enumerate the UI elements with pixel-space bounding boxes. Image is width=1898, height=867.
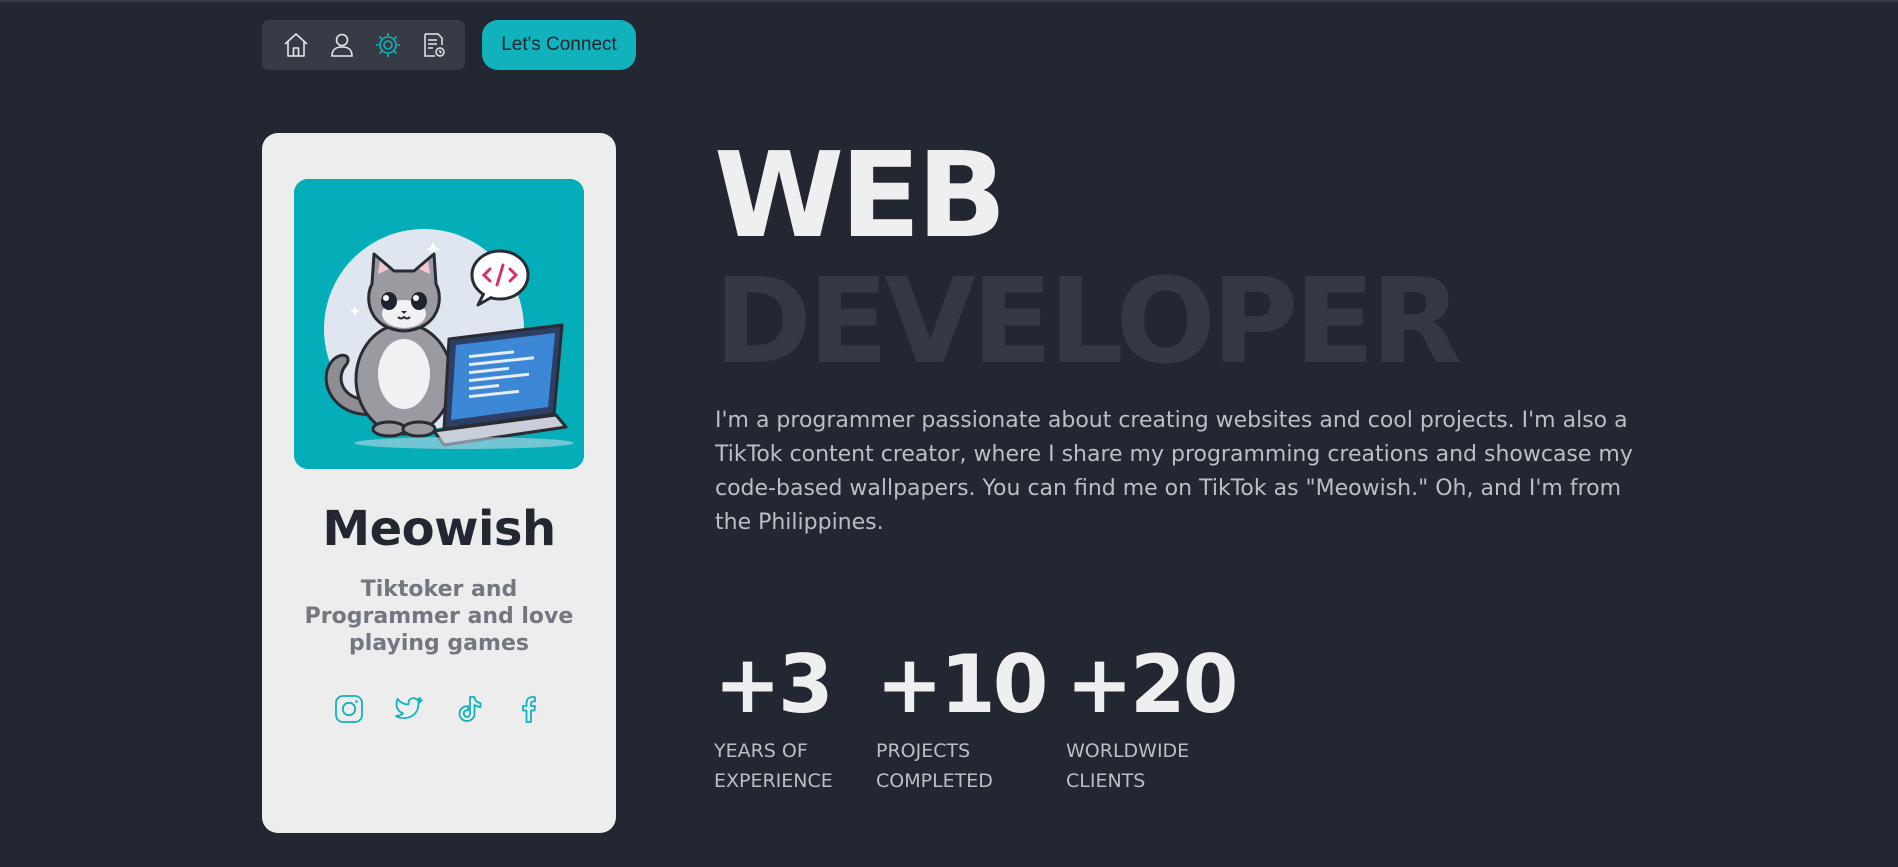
stat-label: YEARS OF EXPERIENCE (714, 740, 833, 792)
twitter-link[interactable] (393, 693, 425, 725)
nav-home[interactable] (280, 29, 312, 61)
hero-title-developer: DEVELOPER (714, 252, 1462, 390)
instagram-icon (335, 695, 363, 723)
stat-clients: +20 WORLDWIDE CLIENTS (1066, 638, 1238, 796)
top-nav (262, 20, 465, 70)
hero-title-web: WEB (714, 126, 1007, 264)
lets-connect-button[interactable]: Let's Connect (482, 20, 636, 70)
nav-settings[interactable] (372, 29, 404, 61)
stat-experience: +3 YEARS OF EXPERIENCE (714, 640, 864, 796)
instagram-link[interactable] (333, 693, 365, 725)
stat-label: PROJECTS COMPLETED (876, 740, 993, 792)
stat-projects: +10 PROJECTS COMPLETED (876, 638, 1048, 796)
intro-paragraph: I'm a programmer passionate about creati… (715, 408, 1633, 535)
facebook-link[interactable] (513, 693, 545, 725)
stat-value: +20 (1066, 638, 1238, 731)
profile-bio: Tiktoker and Programmer and love playing… (304, 577, 574, 656)
stat-value: +10 (876, 638, 1048, 731)
facebook-icon (522, 696, 536, 723)
gear-icon (376, 33, 400, 57)
tiktok-link[interactable] (453, 693, 485, 725)
home-icon (284, 33, 308, 57)
cat-laptop-illustration (294, 179, 584, 469)
stat-label: WORLDWIDE CLIENTS (1066, 740, 1190, 792)
profile-name: Meowish (322, 501, 556, 557)
user-icon (331, 33, 353, 57)
document-icon (424, 33, 445, 57)
stat-value: +3 (714, 638, 834, 731)
avatar (294, 179, 584, 469)
nav-resume[interactable] (418, 29, 450, 61)
social-links (262, 693, 616, 725)
top-divider (0, 0, 1898, 2)
nav-about[interactable] (326, 29, 358, 61)
tiktok-icon (458, 696, 482, 722)
profile-card: Meowish Tiktoker and Programmer and love… (262, 133, 616, 833)
twitter-icon (395, 697, 423, 720)
